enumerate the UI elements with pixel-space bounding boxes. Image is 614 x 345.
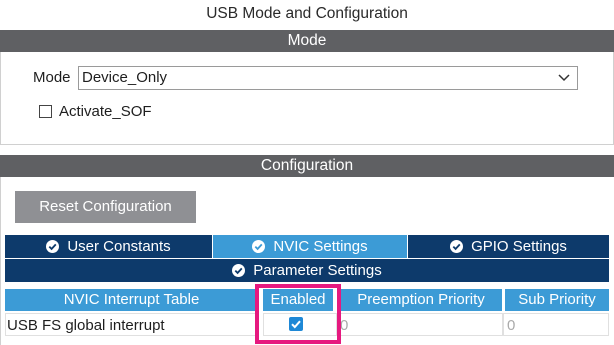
mode-select[interactable]: Device_Only: [78, 66, 578, 90]
column-header-nvic-interrupt-table[interactable]: NVIC Interrupt Table: [5, 289, 258, 311]
tab-label: GPIO Settings: [471, 238, 567, 255]
check-circle-icon: [46, 240, 60, 253]
sub-priority-cell[interactable]: 0: [503, 313, 609, 336]
check-circle-icon: [450, 240, 464, 253]
chevron-down-icon: [558, 74, 570, 82]
tab-label: NVIC Settings: [273, 238, 368, 255]
tab-user-constants[interactable]: User Constants: [5, 235, 212, 258]
tab-parameter-settings[interactable]: Parameter Settings: [5, 259, 609, 282]
column-header-enabled[interactable]: Enabled: [263, 289, 333, 311]
window-title: USB Mode and Configuration: [206, 5, 408, 22]
reset-configuration-button[interactable]: Reset Configuration: [15, 191, 196, 223]
configuration-section-header: Configuration: [0, 155, 614, 177]
column-header-sub-priority[interactable]: Sub Priority: [505, 289, 609, 311]
column-header-preemption-priority[interactable]: Preemption Priority: [340, 289, 502, 311]
activate-sof-label: Activate_SOF: [59, 103, 152, 120]
check-circle-icon: [232, 264, 246, 277]
check-circle-icon: [252, 240, 266, 253]
tab-gpio-settings[interactable]: GPIO Settings: [408, 235, 609, 258]
interrupt-name-cell: USB FS global interrupt: [5, 313, 258, 336]
preemption-priority-cell[interactable]: 0: [337, 313, 503, 336]
checkmark-icon: [291, 320, 301, 329]
mode-section-header: Mode: [0, 30, 614, 52]
tab-label: Parameter Settings: [253, 262, 382, 279]
tab-label: User Constants: [67, 238, 171, 255]
enabled-checkbox[interactable]: [289, 317, 303, 331]
mode-label: Mode: [33, 69, 71, 86]
tab-nvic-settings[interactable]: NVIC Settings: [213, 235, 407, 258]
mode-select-value: Device_Only: [82, 69, 168, 86]
activate-sof-checkbox[interactable]: [39, 105, 52, 118]
